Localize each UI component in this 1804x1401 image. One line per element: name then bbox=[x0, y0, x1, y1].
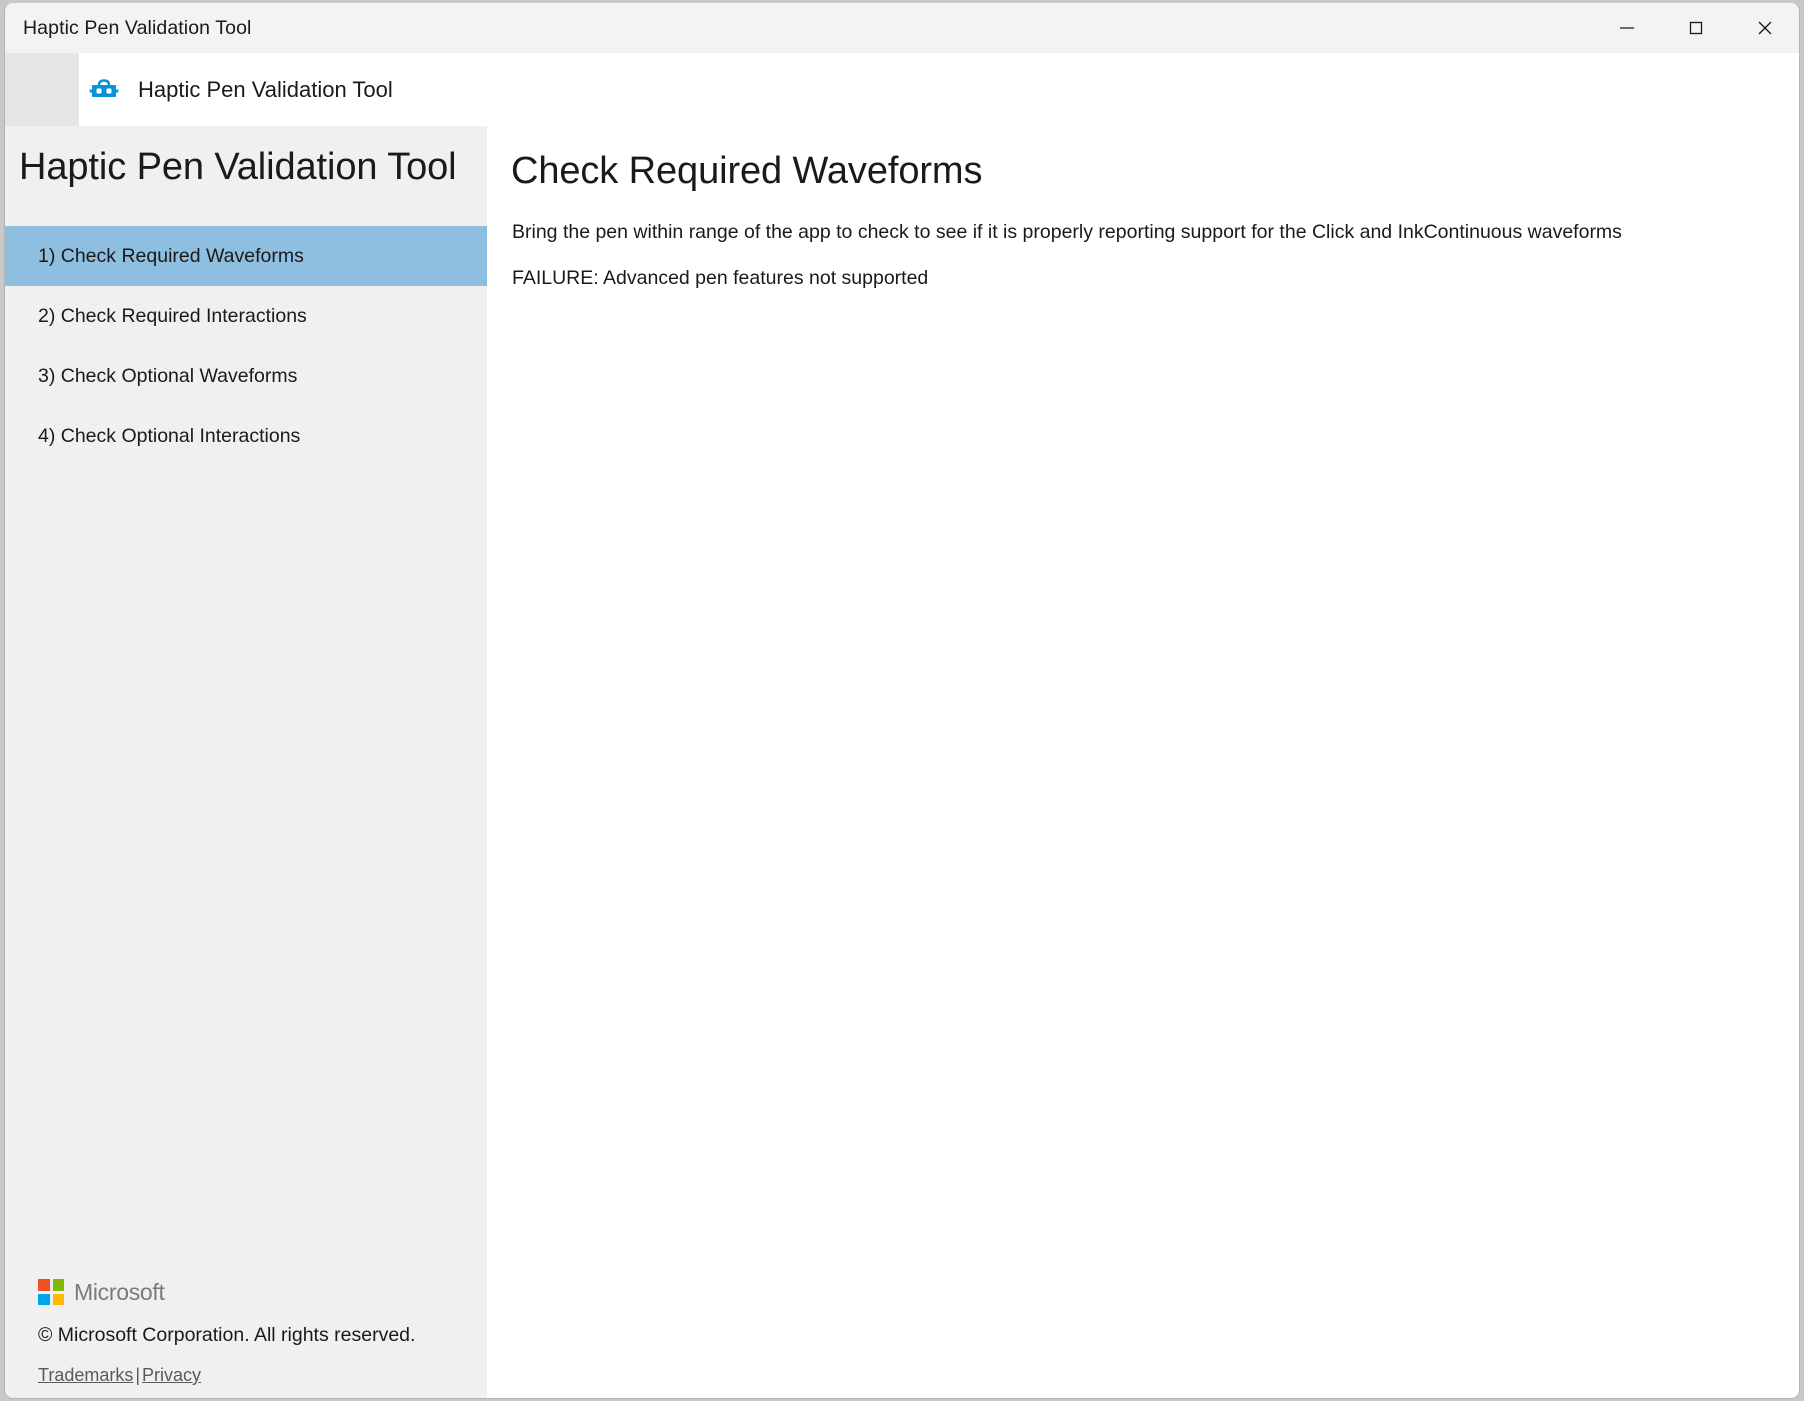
application-window: Haptic Pen Validation Tool Haptic Pen Va… bbox=[4, 2, 1800, 1399]
hamburger-menu-button[interactable] bbox=[5, 53, 79, 126]
app-title: Haptic Pen Validation Tool bbox=[138, 76, 393, 102]
footer-link-separator: | bbox=[135, 1365, 141, 1385]
minimize-button[interactable] bbox=[1592, 3, 1661, 53]
sidebar-heading: Haptic Pen Validation Tool bbox=[19, 146, 457, 188]
trademarks-link[interactable]: Trademarks bbox=[38, 1365, 133, 1385]
microsoft-logo: Microsoft bbox=[5, 1272, 487, 1312]
status-message: FAILURE: Advanced pen features not suppo… bbox=[512, 267, 929, 289]
toolbox-icon bbox=[86, 72, 122, 108]
microsoft-wordmark: Microsoft bbox=[74, 1278, 165, 1305]
page-description: Bring the pen within range of the app to… bbox=[512, 221, 1622, 243]
sidebar-item-check-required-waveforms[interactable]: 1) Check Required Waveforms bbox=[5, 226, 487, 286]
maximize-button[interactable] bbox=[1661, 3, 1730, 53]
sidebar-item-check-optional-waveforms[interactable]: 3) Check Optional Waveforms bbox=[5, 346, 487, 406]
microsoft-logo-icon bbox=[38, 1279, 64, 1305]
title-bar[interactable]: Haptic Pen Validation Tool bbox=[5, 3, 1799, 53]
sidebar-item-check-required-interactions[interactable]: 2) Check Required Interactions bbox=[5, 286, 487, 346]
app-header: Haptic Pen Validation Tool bbox=[79, 53, 1799, 126]
page-title: Check Required Waveforms bbox=[511, 150, 983, 192]
sidebar-item-label: 3) Check Optional Waveforms bbox=[38, 364, 298, 387]
sidebar: Haptic Pen Validation Tool 1) Check Requ… bbox=[5, 126, 487, 1398]
sidebar-item-check-optional-interactions[interactable]: 4) Check Optional Interactions bbox=[5, 406, 487, 466]
main-content: Check Required Waveforms Bring the pen w… bbox=[487, 126, 1799, 1398]
sidebar-item-label: 1) Check Required Waveforms bbox=[38, 244, 304, 267]
copyright-text: © Microsoft Corporation. All rights rese… bbox=[38, 1324, 416, 1346]
sidebar-footer: Microsoft © Microsoft Corporation. All r… bbox=[5, 1272, 487, 1386]
close-icon bbox=[1754, 17, 1776, 39]
window-title: Haptic Pen Validation Tool bbox=[23, 17, 252, 39]
footer-links: Trademarks | Privacy bbox=[5, 1365, 487, 1386]
menu-panel bbox=[5, 53, 79, 126]
close-button[interactable] bbox=[1730, 3, 1799, 53]
sidebar-item-label: 4) Check Optional Interactions bbox=[38, 424, 301, 447]
sidebar-nav: 1) Check Required Waveforms 2) Check Req… bbox=[5, 226, 487, 466]
privacy-link[interactable]: Privacy bbox=[142, 1365, 201, 1385]
minimize-icon bbox=[1616, 17, 1638, 39]
sidebar-item-label: 2) Check Required Interactions bbox=[38, 304, 307, 327]
maximize-icon bbox=[1685, 17, 1707, 39]
